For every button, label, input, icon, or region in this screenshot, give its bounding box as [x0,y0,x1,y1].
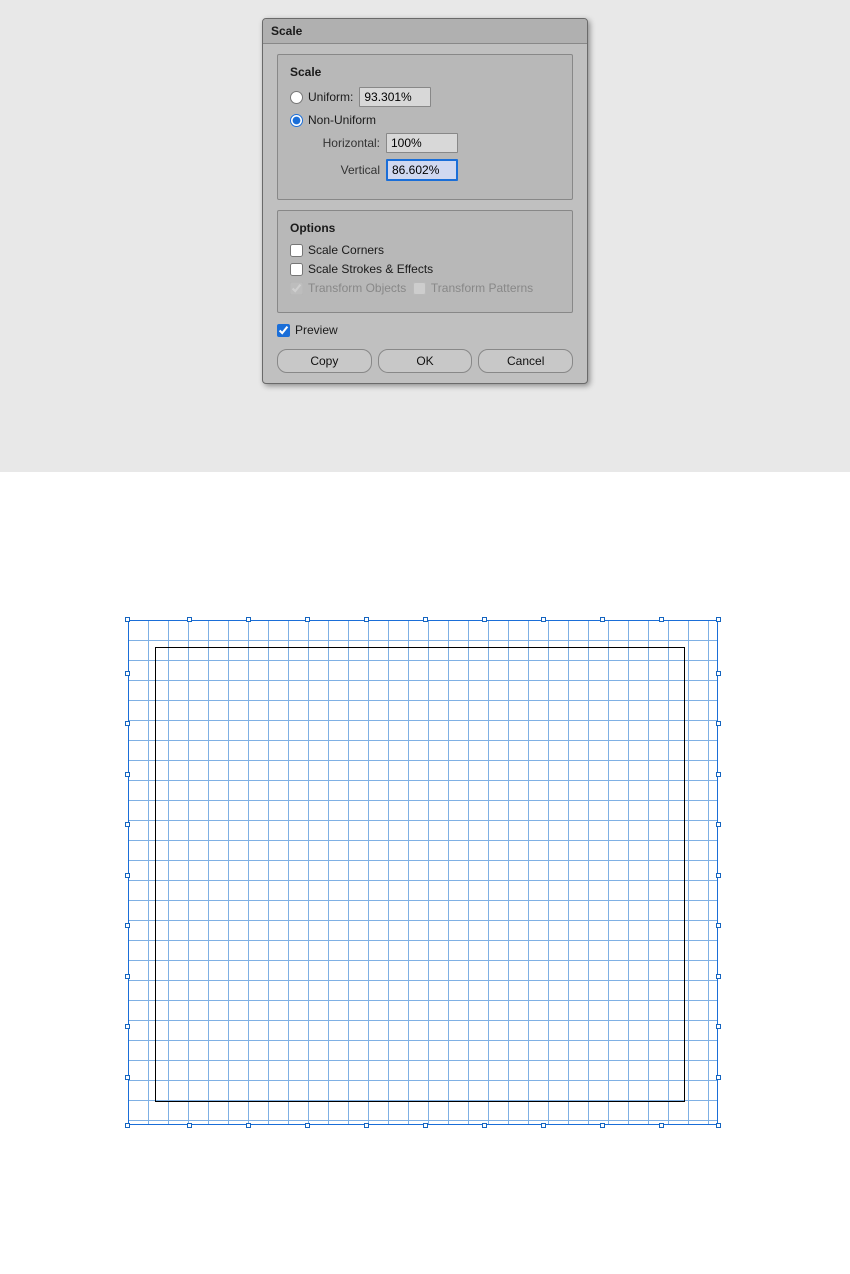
ok-button[interactable]: OK [378,349,473,373]
cancel-button[interactable]: Cancel [478,349,573,373]
handle-l3 [125,772,130,777]
scale-strokes-row: Scale Strokes & Effects [290,262,560,276]
scale-strokes-label: Scale Strokes & Effects [308,262,433,276]
uniform-radio[interactable] [290,91,303,104]
scale-corners-row: Scale Corners [290,243,560,257]
uniform-input[interactable] [359,87,431,107]
handle-b2 [246,1123,251,1128]
handle-t8 [659,617,664,622]
horizontal-row: Horizontal: [290,133,560,153]
transform-objects-row: Transform Objects Transform Patterns [290,281,560,295]
handle-mr [716,873,721,878]
options-section: Options Scale Corners Scale Strokes & Ef… [277,210,573,313]
vertical-input[interactable] [386,159,458,181]
handle-l7 [125,1024,130,1029]
nonuniform-radio[interactable] [290,114,303,127]
handle-l6 [125,974,130,979]
handle-t3 [305,617,310,622]
handle-b6 [541,1123,546,1128]
handle-b7 [600,1123,605,1128]
handle-l1 [125,671,130,676]
button-row: Copy OK Cancel [277,349,573,373]
handle-b4 [364,1123,369,1128]
handle-tl [125,617,130,622]
handle-b5 [482,1123,487,1128]
handle-t7 [600,617,605,622]
scale-section: Scale Uniform: Non-Uniform Horizontal: V… [277,54,573,200]
handle-r1 [716,671,721,676]
dialog-titlebar: Scale [263,19,587,44]
handle-l8 [125,1075,130,1080]
scale-section-label: Scale [290,65,560,79]
vertical-row: Vertical [290,159,560,181]
handle-br [716,1123,721,1128]
handle-tc [423,617,428,622]
handle-t1 [187,617,192,622]
preview-label: Preview [295,323,338,337]
copy-button[interactable]: Copy [277,349,372,373]
handle-r2 [716,721,721,726]
transform-patterns-label: Transform Patterns [431,281,533,295]
handle-r8 [716,1075,721,1080]
preview-row: Preview [277,323,573,337]
handle-l4 [125,822,130,827]
dialog-title: Scale [271,24,302,38]
transform-objects-checkbox [290,282,303,295]
preview-checkbox[interactable] [277,324,290,337]
transform-patterns-checkbox [413,282,426,295]
vertical-label: Vertical [308,163,380,177]
handle-l2 [125,721,130,726]
handle-b3 [305,1123,310,1128]
handle-tr [716,617,721,622]
handle-t4 [364,617,369,622]
nonuniform-row: Non-Uniform [290,113,560,127]
handle-r6 [716,974,721,979]
handle-t6 [541,617,546,622]
scale-strokes-checkbox[interactable] [290,263,303,276]
uniform-label: Uniform: [308,90,353,104]
handle-l5 [125,923,130,928]
uniform-row: Uniform: [290,87,560,107]
handle-ml [125,873,130,878]
handle-bl [125,1123,130,1128]
inner-rectangle [155,647,685,1102]
dialog-content: Scale Uniform: Non-Uniform Horizontal: V… [263,44,587,383]
handle-t5 [482,617,487,622]
scale-dialog: Scale Scale Uniform: Non-Uniform Horizon… [262,18,588,384]
handle-b1 [187,1123,192,1128]
handle-b8 [659,1123,664,1128]
transform-objects-label: Transform Objects [308,281,406,295]
handle-r3 [716,772,721,777]
horizontal-label: Horizontal: [308,136,380,150]
horizontal-input[interactable] [386,133,458,153]
scale-corners-label: Scale Corners [308,243,384,257]
scale-corners-checkbox[interactable] [290,244,303,257]
handle-r7 [716,1024,721,1029]
handle-bc [423,1123,428,1128]
handle-r5 [716,923,721,928]
grid-container [128,620,718,1125]
options-section-label: Options [290,221,560,235]
nonuniform-label: Non-Uniform [308,113,376,127]
handle-r4 [716,822,721,827]
handle-t2 [246,617,251,622]
